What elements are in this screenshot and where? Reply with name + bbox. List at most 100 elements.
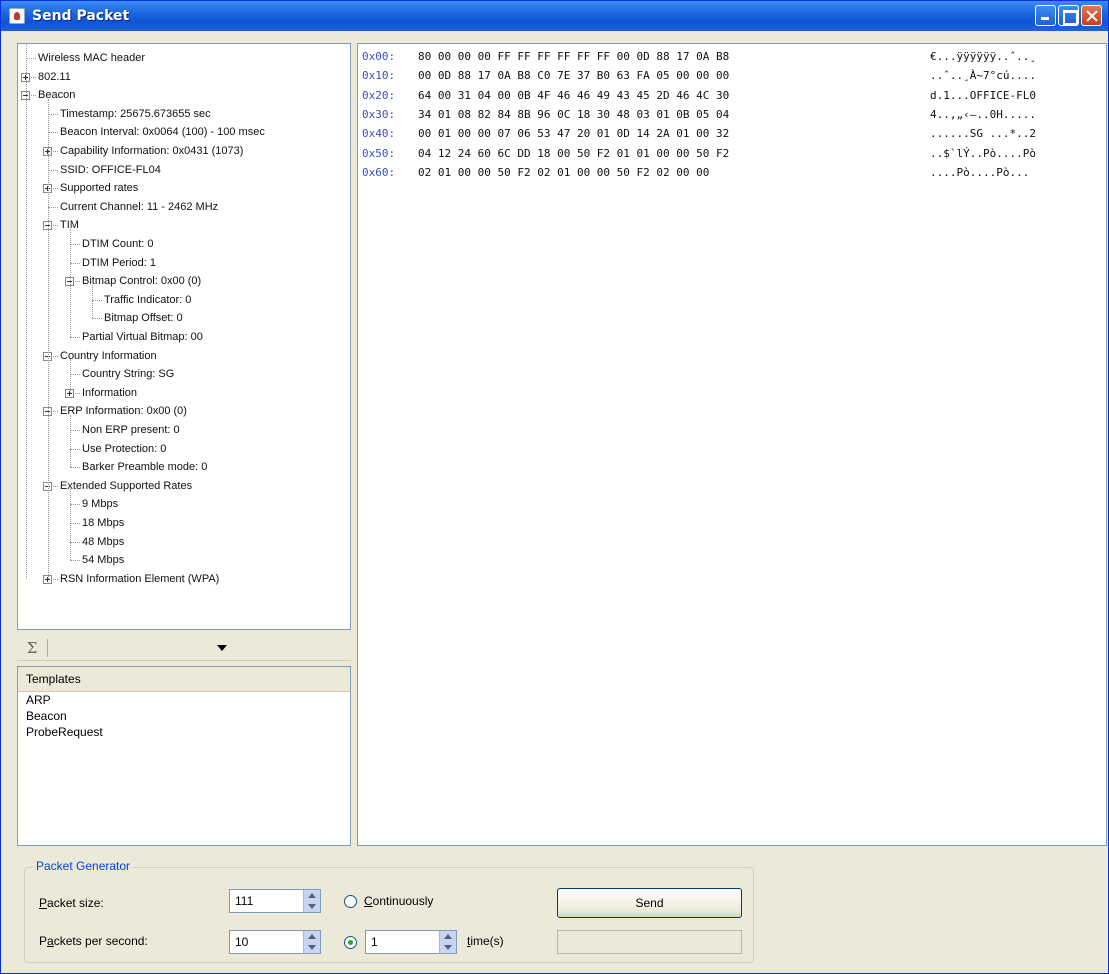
hex-offset: 0x60: <box>362 165 396 179</box>
dropdown-arrow-icon[interactable] <box>217 645 227 651</box>
hex-bytes[interactable]: 02 01 00 00 50 F2 02 01 00 00 50 F2 02 0… <box>418 163 930 182</box>
tree-node[interactable]: SSID: OFFICE-FL04 <box>60 161 161 179</box>
minimize-button[interactable] <box>1035 5 1056 26</box>
tree-connector <box>26 58 36 59</box>
tree-node[interactable]: 54 Mbps <box>82 551 124 569</box>
hex-row[interactable]: 0x50: 04 12 24 60 6C DD 18 00 50 F2 01 01… <box>362 144 1036 163</box>
packet-size-spinner[interactable] <box>229 889 321 913</box>
title-bar[interactable]: Send Packet <box>1 1 1108 31</box>
tree-guide <box>70 359 71 393</box>
tree-node-label: Current Channel: 11 - 2462 MHz <box>60 200 219 213</box>
tree-node[interactable]: DTIM Count: 0 <box>82 235 154 253</box>
tree-node[interactable]: Wireless MAC header <box>38 49 145 67</box>
spin-up-icon[interactable] <box>308 934 316 939</box>
hex-offset: 0x10: <box>362 69 396 83</box>
spin-down-icon[interactable] <box>308 945 316 950</box>
times-radio[interactable] <box>344 936 357 949</box>
hex-ascii[interactable]: ....Pò....Pò... <box>930 163 1029 182</box>
send-progress <box>557 930 742 954</box>
spin-down-icon[interactable] <box>308 904 316 909</box>
hex-ascii[interactable]: €...ÿÿÿÿÿÿ..ˆ..¸ <box>930 47 1036 66</box>
tree-node[interactable]: Partial Virtual Bitmap: 00 <box>82 328 203 346</box>
maximize-button[interactable] <box>1058 5 1079 26</box>
hex-row[interactable]: 0x10: 00 0D 88 17 0A B8 C0 7E 37 B0 63 FA… <box>362 66 1036 85</box>
hex-ascii[interactable]: 4..‚„‹–..0H..... <box>930 105 1036 124</box>
continuously-label[interactable]: Continuously <box>364 894 433 908</box>
templates-header[interactable]: Templates <box>18 667 350 692</box>
hex-ascii[interactable]: ..$`lÝ..Pò....Pò <box>930 144 1036 163</box>
tree-node-label: Beacon Interval: 0x0064 (100) - 100 msec <box>60 126 265 139</box>
tree-node[interactable]: Information <box>82 384 137 402</box>
tree-node[interactable]: Capability Information: 0x0431 (1073) <box>60 142 243 160</box>
tree-node-label: Use Protection: 0 <box>82 442 167 455</box>
tree-connector <box>70 262 80 264</box>
pps-spin-buttons[interactable] <box>303 931 320 953</box>
template-item[interactable]: ProbeRequest <box>18 724 350 740</box>
spin-up-icon[interactable] <box>308 893 316 898</box>
hex-offset: 0x30: <box>362 107 396 121</box>
hex-bytes[interactable]: 80 00 00 00 FF FF FF FF FF FF 00 0D 88 1… <box>418 47 930 66</box>
hex-row[interactable]: 0x30: 34 01 08 82 84 8B 96 0C 18 30 48 03… <box>362 105 1036 124</box>
tree-node[interactable]: Barker Preamble mode: 0 <box>82 458 207 476</box>
times-spinner[interactable] <box>365 930 457 954</box>
tree-node[interactable]: Bitmap Control: 0x00 (0) <box>82 272 201 290</box>
tree-node[interactable]: 48 Mbps <box>82 533 124 551</box>
toolbar-separator <box>47 639 48 657</box>
packets-per-second-spinner[interactable] <box>229 930 321 954</box>
tree-node[interactable]: 18 Mbps <box>82 514 124 532</box>
hex-row[interactable]: 0x60: 02 01 00 00 50 F2 02 01 00 00 50 F2… <box>362 163 1029 182</box>
tree-toolbar: Σ <box>17 635 351 661</box>
hex-row[interactable]: 0x00: 80 00 00 00 FF FF FF FF FF FF 00 0D… <box>362 47 1036 66</box>
hex-bytes[interactable]: 04 12 24 60 6C DD 18 00 50 F2 01 01 00 0… <box>418 144 930 163</box>
templates-panel: Templates ARP Beacon ProbeRequest <box>17 666 351 846</box>
tree-node[interactable]: DTIM Period: 1 <box>82 254 156 272</box>
template-item[interactable]: ARP <box>18 692 350 708</box>
tree-node-label: Non ERP present: 0 <box>82 424 180 436</box>
tree-node[interactable]: Bitmap Offset: 0 <box>104 309 183 327</box>
tree-connector <box>70 448 80 450</box>
tree-node[interactable]: Use Protection: 0 <box>82 440 166 458</box>
tree-node[interactable]: RSN Information Element (WPA) <box>60 570 219 588</box>
app-icon <box>9 8 25 24</box>
hex-ascii[interactable]: ..ˆ..¸À~7°cú.... <box>930 66 1036 85</box>
spin-down-icon[interactable] <box>444 945 452 950</box>
tree-node[interactable]: Traffic Indicator: 0 <box>104 291 191 309</box>
tree-node-label: 54 Mbps <box>82 554 125 567</box>
tree-node[interactable]: Non ERP present: 0 <box>82 421 180 439</box>
times-spin-buttons[interactable] <box>439 931 456 953</box>
sigma-icon[interactable]: Σ <box>23 639 41 657</box>
tree-node[interactable]: Beacon <box>38 86 75 104</box>
tree-node[interactable]: Supported rates <box>60 179 138 197</box>
tree-node[interactable]: Country String: SG <box>82 365 174 383</box>
hex-view[interactable]: 0x00: 80 00 00 00 FF FF FF FF FF FF 00 0D… <box>357 43 1107 846</box>
send-button[interactable]: Send <box>557 888 742 918</box>
hex-row[interactable]: 0x20: 64 00 31 04 00 0B 4F 46 46 49 43 45… <box>362 86 1036 105</box>
hex-bytes[interactable]: 64 00 31 04 00 0B 4F 46 46 49 43 45 2D 4… <box>418 86 930 105</box>
hex-bytes[interactable]: 00 0D 88 17 0A B8 C0 7E 37 B0 63 FA 05 0… <box>418 66 930 85</box>
hex-ascii[interactable]: ......SG ...*..2 <box>930 124 1036 143</box>
tree-node[interactable]: Current Channel: 11 - 2462 MHz <box>60 198 218 216</box>
hex-ascii[interactable]: d.1...OFFICE-FL0 <box>930 86 1036 105</box>
tree-node[interactable]: Extended Supported Rates <box>60 477 192 495</box>
tree-guide <box>70 489 71 561</box>
tree-node[interactable]: ERP Information: 0x00 (0) <box>60 402 187 420</box>
hex-bytes[interactable]: 00 01 00 00 07 06 53 47 20 01 0D 14 2A 0… <box>418 124 930 143</box>
template-item[interactable]: Beacon <box>18 708 350 724</box>
tree-node[interactable]: 802.11 <box>38 68 71 86</box>
hex-row[interactable]: 0x40: 00 01 00 00 07 06 53 47 20 01 0D 14… <box>362 124 1036 143</box>
tree-node[interactable]: 9 Mbps <box>82 495 118 513</box>
packet-tree[interactable]: Wireless MAC header 802.11 Beacon Timestamp… <box>17 43 351 630</box>
tree-node-label: Beacon <box>38 89 76 102</box>
tree-node[interactable]: Timestamp: 25675.673655 sec <box>60 105 211 123</box>
hex-bytes[interactable]: 34 01 08 82 84 8B 96 0C 18 30 48 03 01 0… <box>418 105 930 124</box>
hex-offset: 0x40: <box>362 127 396 141</box>
close-button[interactable] <box>1081 5 1102 26</box>
tree-node-label: Country String: SG <box>82 368 175 381</box>
continuously-radio[interactable] <box>344 895 357 908</box>
tree-node[interactable]: Beacon Interval: 0x0064 (100) - 100 msec <box>60 123 265 141</box>
tree-node[interactable]: Country Information <box>60 347 157 365</box>
tree-connector <box>70 244 80 245</box>
spin-up-icon[interactable] <box>444 934 452 939</box>
packet-size-spin-buttons[interactable] <box>303 890 320 912</box>
tree-connector <box>70 504 80 506</box>
